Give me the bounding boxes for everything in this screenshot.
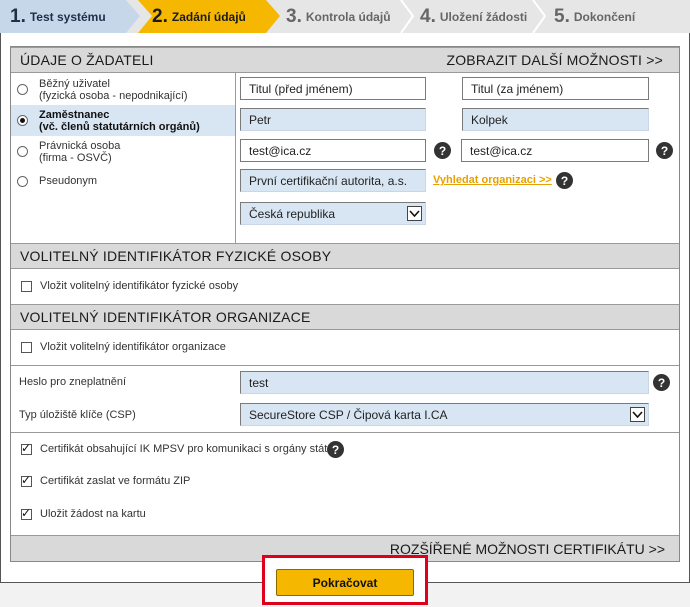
divider xyxy=(11,365,679,366)
ik-mpsv-label: Certifikát obsahující IK MPSV pro komuni… xyxy=(40,443,334,455)
step-label: Test systému xyxy=(29,9,106,24)
email-help-icon[interactable]: ? xyxy=(434,142,451,159)
first-name-field[interactable]: Petr xyxy=(240,108,426,131)
type-option-pseudonym[interactable]: Pseudonym xyxy=(11,171,235,193)
csp-label: Typ úložiště klíče (CSP) xyxy=(19,409,136,421)
ik-mpsv-checkbox[interactable] xyxy=(21,441,32,455)
title-after-field[interactable]: Titul (za jménem) xyxy=(462,77,649,100)
type-line1: Pseudonym xyxy=(39,175,98,187)
step-label: Uložení žádosti xyxy=(439,9,528,24)
step-test-systemu[interactable]: 1. Test systému xyxy=(0,0,140,33)
wizard-steps: 1. Test systému 2. Zadání údajů 3. Kontr… xyxy=(0,0,690,33)
step-ulozeni-zadosti: 4. Uložení žádosti xyxy=(408,0,542,33)
email-field[interactable]: test@ica.cz xyxy=(240,139,426,162)
option-zip[interactable]: Certifikát zaslat ve formátu ZIP xyxy=(21,473,191,487)
person-id-heading: VOLITELNÝ IDENTIFIKÁTOR FYZICKÉ OSOBY xyxy=(20,248,332,264)
radio-button[interactable] xyxy=(17,176,28,187)
person-id-checkbox[interactable] xyxy=(21,280,32,292)
org-id-heading: VOLITELNÝ IDENTIFIKÁTOR ORGANIZACE xyxy=(20,309,311,325)
first-name-value: Petr xyxy=(249,112,272,127)
type-option-bezny[interactable]: Běžný uživatel (fyzická osoba - nepodnik… xyxy=(11,77,235,105)
zip-checkbox[interactable] xyxy=(21,473,32,487)
title-after-value: Titul (za jménem) xyxy=(471,81,564,96)
org-id-section-header: VOLITELNÝ IDENTIFIKÁTOR ORGANIZACE xyxy=(11,304,679,330)
advanced-options-link[interactable]: ROZŠÍŘENÉ MOŽNOSTI CERTIFIKÁTU >> xyxy=(390,541,665,557)
person-id-option[interactable]: Vložit volitelný identifikátor fyzické o… xyxy=(21,280,238,292)
applicant-heading: ÚDAJE O ŽADATELI xyxy=(20,52,154,68)
country-value: Česká republika xyxy=(249,206,336,221)
revocation-help-icon[interactable]: ? xyxy=(653,374,670,391)
last-name-field[interactable]: Kolpek xyxy=(462,108,649,131)
email-confirm-value: test@ica.cz xyxy=(470,143,533,158)
step-number: 4. xyxy=(420,5,436,27)
person-id-checkbox-label: Vložit volitelný identifikátor fyzické o… xyxy=(40,280,239,292)
csp-select[interactable]: SecureStore CSP / Čipová karta I.CA xyxy=(240,403,649,426)
type-line1: Běžný uživatel xyxy=(39,78,110,90)
continue-highlight: Pokračovat xyxy=(262,555,428,605)
divider xyxy=(11,432,679,433)
type-line2: (vč. členů statutárních orgánů) xyxy=(39,121,200,133)
type-line1: Právnická osoba xyxy=(39,140,121,152)
column-divider xyxy=(235,73,236,244)
step-label: Zadání údajů xyxy=(171,9,246,24)
type-option-pravnicka[interactable]: Právnická osoba (firma - OSVČ) xyxy=(11,137,235,167)
step-number: 3. xyxy=(286,5,302,27)
request-form: ÚDAJE O ŽADATELI ZOBRAZIT DALŠÍ MOŽNOSTI… xyxy=(10,46,680,562)
email-confirm-help-icon[interactable]: ? xyxy=(656,142,673,159)
type-label: Pseudonym xyxy=(39,175,97,187)
email-confirm-field[interactable]: test@ica.cz xyxy=(461,139,649,162)
step-number: 2. xyxy=(152,5,168,27)
organization-value: První certifikační autorita, a.s. xyxy=(249,173,408,188)
save-to-card-label: Uložit žádost na kartu xyxy=(40,508,146,520)
email-value: test@ica.cz xyxy=(249,143,312,158)
step-label: Dokončení xyxy=(573,9,636,24)
option-save-to-card[interactable]: Uložit žádost na kartu xyxy=(21,506,146,520)
radio-button[interactable] xyxy=(17,146,28,157)
radio-button[interactable] xyxy=(17,84,28,95)
continue-button[interactable]: Pokračovat xyxy=(276,569,414,596)
org-id-option[interactable]: Vložit volitelný identifikátor organizac… xyxy=(21,341,226,353)
title-before-field[interactable]: Titul (před jménem) xyxy=(240,77,426,100)
organization-field[interactable]: První certifikační autorita, a.s. xyxy=(240,169,426,192)
type-option-zamestnanec[interactable]: Zaměstnanec (vč. členů statutárních orgá… xyxy=(11,105,235,136)
type-label: Běžný uživatel (fyzická osoba - nepodnik… xyxy=(39,78,188,102)
step-kontrola-udaju: 3. Kontrola údajů xyxy=(274,0,412,33)
type-line1: Zaměstnanec xyxy=(39,109,110,121)
option-ik-mpsv[interactable]: Certifikát obsahující IK MPSV pro komuni… xyxy=(21,441,334,455)
zip-label: Certifikát zaslat ve formátu ZIP xyxy=(40,475,191,487)
applicant-section-header: ÚDAJE O ŽADATELI ZOBRAZIT DALŠÍ MOŽNOSTI… xyxy=(11,47,679,73)
csp-value: SecureStore CSP / Čipová karta I.CA xyxy=(249,407,448,422)
step-label: Kontrola údajů xyxy=(305,9,391,24)
revocation-password-value: test xyxy=(249,375,269,390)
type-label: Právnická osoba (firma - OSVČ) xyxy=(39,140,120,164)
org-id-checkbox-label: Vložit volitelný identifikátor organizac… xyxy=(40,341,226,353)
more-options-link[interactable]: ZOBRAZIT DALŠÍ MOŽNOSTI >> xyxy=(446,52,663,68)
type-line2: (fyzická osoba - nepodnikající) xyxy=(39,90,188,102)
type-line2: (firma - OSVČ) xyxy=(39,152,112,164)
save-to-card-checkbox[interactable] xyxy=(21,506,32,520)
country-select[interactable]: Česká republika xyxy=(240,202,426,225)
org-id-checkbox[interactable] xyxy=(21,341,32,353)
main-panel: ÚDAJE O ŽADATELI ZOBRAZIT DALŠÍ MOŽNOSTI… xyxy=(0,33,690,583)
step-number: 1. xyxy=(10,5,26,27)
person-id-section-header: VOLITELNÝ IDENTIFIKÁTOR FYZICKÉ OSOBY xyxy=(11,243,679,269)
last-name-value: Kolpek xyxy=(471,112,508,127)
ik-mpsv-help-icon[interactable]: ? xyxy=(327,441,344,458)
revocation-password-field[interactable]: test xyxy=(240,371,649,394)
revocation-password-label: Heslo pro zneplatnění xyxy=(19,376,127,388)
find-organization-link[interactable]: Vyhledat organizaci >> xyxy=(433,174,552,186)
step-zadani-udaju[interactable]: 2. Zadání údajů xyxy=(138,0,280,33)
step-number: 5. xyxy=(554,5,570,27)
organization-help-icon[interactable]: ? xyxy=(556,172,573,189)
type-label: Zaměstnanec (vč. členů statutárních orgá… xyxy=(39,109,200,133)
title-before-value: Titul (před jménem) xyxy=(249,81,353,96)
radio-button[interactable] xyxy=(17,115,28,126)
chevron-down-icon[interactable] xyxy=(407,206,422,221)
chevron-down-icon[interactable] xyxy=(630,407,645,422)
step-dokonceni: 5. Dokončení xyxy=(542,0,690,33)
